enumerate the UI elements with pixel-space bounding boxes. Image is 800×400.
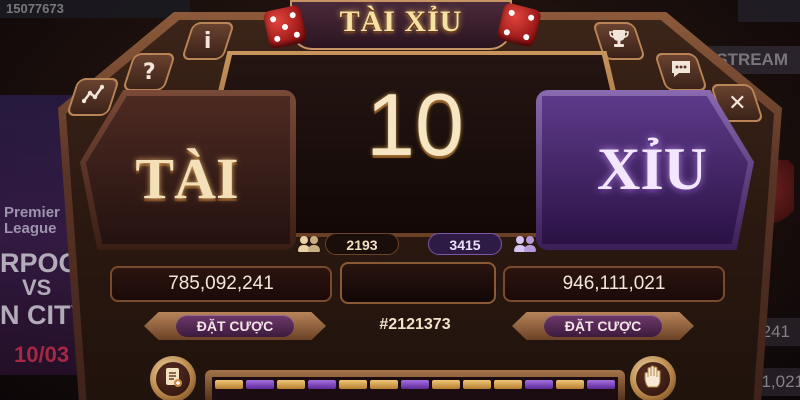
dice-left-icon — [262, 4, 308, 50]
xiu-users-icon — [512, 235, 538, 253]
history-cell-gold — [277, 380, 305, 389]
background-league-line-1: Premier — [4, 204, 60, 221]
tai-bet-button[interactable]: ĐẶT CƯỢC — [176, 315, 294, 337]
tai-label: TÀI — [135, 146, 239, 211]
tai-total-bet: 785,092,241 — [110, 266, 332, 302]
xiu-player-count: 3415 — [428, 233, 502, 255]
close-icon: ✕ — [727, 90, 747, 116]
history-cell-gold — [215, 380, 243, 389]
help-icon: ? — [142, 59, 156, 85]
scroll-history-icon — [163, 366, 183, 392]
history-strip — [212, 377, 618, 400]
history-cell-purple — [525, 380, 553, 389]
history-cell-gold — [494, 380, 522, 389]
background-league-line-2: League — [4, 220, 57, 237]
history-cell-gold — [556, 380, 584, 389]
center-well — [340, 262, 496, 304]
background-vs: VS — [22, 275, 52, 300]
tai-users-icon — [296, 235, 322, 253]
info-icon: i — [204, 28, 212, 54]
history-cell-gold — [370, 380, 398, 389]
history-cell-gold — [432, 380, 460, 389]
history-cell-purple — [246, 380, 274, 389]
background-date: 10/03 — [14, 342, 70, 367]
background-top-left-text: 15077673 — [0, 0, 190, 18]
history-cell-gold — [339, 380, 367, 389]
history-cell-purple — [587, 380, 615, 389]
session-id: #2121373 — [379, 316, 451, 333]
background-right-strip — [738, 0, 800, 22]
history-cell-gold — [463, 380, 491, 389]
hand-icon — [642, 365, 664, 393]
xiu-total-bet: 946,111,021 — [503, 266, 725, 302]
history-cell-purple — [401, 380, 429, 389]
history-button[interactable] — [150, 356, 196, 400]
xiu-bet-button[interactable]: ĐẶT CƯỢC — [544, 315, 662, 337]
countdown-timer: 10 — [366, 75, 464, 174]
game-title: TÀI XỈU — [339, 5, 463, 38]
hand-button[interactable] — [630, 356, 676, 400]
chart-line-icon — [81, 84, 105, 110]
xiu-label: XỈU — [596, 136, 707, 202]
history-cell-purple — [308, 380, 336, 389]
trophy-icon — [608, 28, 630, 54]
tai-player-count: 2193 — [325, 233, 399, 255]
chat-icon — [670, 59, 692, 85]
